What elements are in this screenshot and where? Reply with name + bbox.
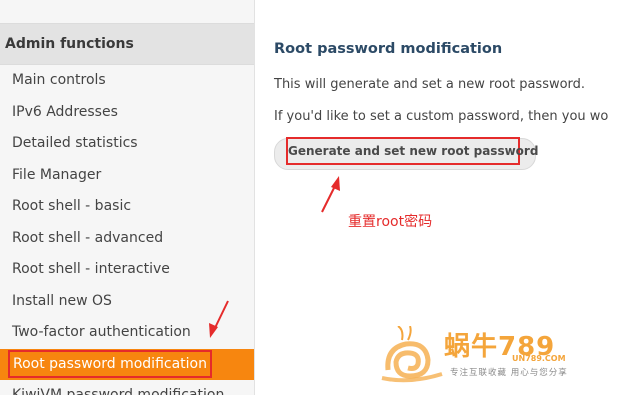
watermark-domain: UN789.COM	[512, 354, 566, 363]
snail-logo-icon	[381, 326, 443, 383]
watermark: 蜗牛789 UN789.COM 专注互联收藏 用心与您分享	[380, 326, 610, 384]
arrow-to-button-icon	[321, 176, 340, 213]
arrow-to-menu-icon	[209, 300, 229, 338]
watermark-slogan: 专注互联收藏 用心与您分享	[450, 368, 568, 378]
